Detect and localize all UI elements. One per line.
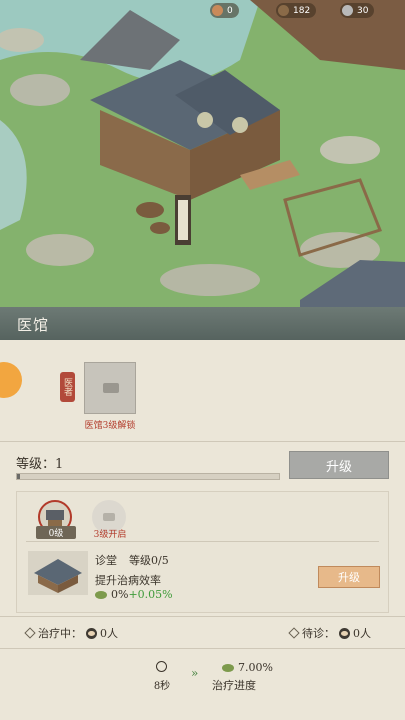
level-progress-fill (17, 474, 20, 479)
upgrade-building-button[interactable]: 升级 (289, 451, 389, 479)
hospital-building-illustration (0, 0, 405, 307)
building-level: 等级：1 (16, 457, 64, 472)
hall-level-badge: 0级 (36, 526, 76, 539)
doctor-tag: 医者 (60, 372, 75, 402)
effect-base: 0% (111, 588, 129, 601)
jade-counter: 0 (210, 3, 239, 18)
divider (0, 441, 405, 442)
page-title: 医馆 (17, 316, 50, 334)
clock-icon (156, 661, 167, 672)
waiting-label: 待诊： (302, 627, 335, 640)
divider (0, 648, 405, 649)
upgrade-room-button[interactable]: 升级 (318, 566, 380, 588)
treatment-timer: 8秒 (153, 681, 171, 692)
diamond-icon (288, 627, 300, 639)
silver-counter: 30 (340, 3, 375, 18)
town-scene[interactable]: 0 182 30 (0, 0, 405, 307)
waiting-count: 0人 (353, 627, 371, 640)
hall-icon (46, 510, 64, 520)
level-progress-bar (16, 473, 280, 480)
treatment-progress-value: 7.00% (222, 661, 273, 674)
jade-icon (212, 5, 223, 16)
divider (26, 541, 379, 542)
title-bar: 医馆 (0, 307, 405, 340)
jade-value: 0 (227, 5, 233, 16)
divider (0, 616, 405, 617)
locked-hall-hint: 3级开启 (93, 530, 127, 540)
herb-icon (95, 590, 107, 599)
treatment-progress-label: 治疗进度 (212, 679, 256, 692)
doctor-slot[interactable] (84, 362, 136, 414)
treating-count: 0人 (100, 627, 118, 640)
lock-icon (103, 513, 115, 521)
herb-icon (222, 663, 234, 672)
wood-counter: 182 (276, 3, 317, 18)
silver-icon (342, 5, 353, 16)
clinic-room-icon (28, 551, 88, 595)
waiting-stat: 待诊： 0人 (288, 625, 371, 641)
progress-value: 7.00% (238, 661, 273, 674)
locked-slot-icon (103, 383, 119, 393)
patient-icon (339, 627, 350, 639)
room-level: 等级0/5 (129, 554, 169, 567)
treating-label: 治疗中： (38, 627, 82, 640)
unlock-hint: 医馆3级解锁 (84, 421, 136, 431)
wood-value: 182 (293, 5, 311, 16)
room-description: 提升治病效率 (95, 574, 161, 587)
treating-stat: 治疗中： 0人 (24, 625, 118, 641)
wood-icon (278, 5, 289, 16)
diamond-icon (24, 627, 36, 639)
room-name: 诊堂 (95, 554, 117, 567)
silver-value: 30 (357, 5, 369, 16)
room-effect: 0% +0.05% (95, 588, 173, 601)
arrows-icon: » (191, 666, 199, 680)
effect-bonus: +0.05% (128, 588, 173, 601)
patient-icon (86, 627, 97, 639)
